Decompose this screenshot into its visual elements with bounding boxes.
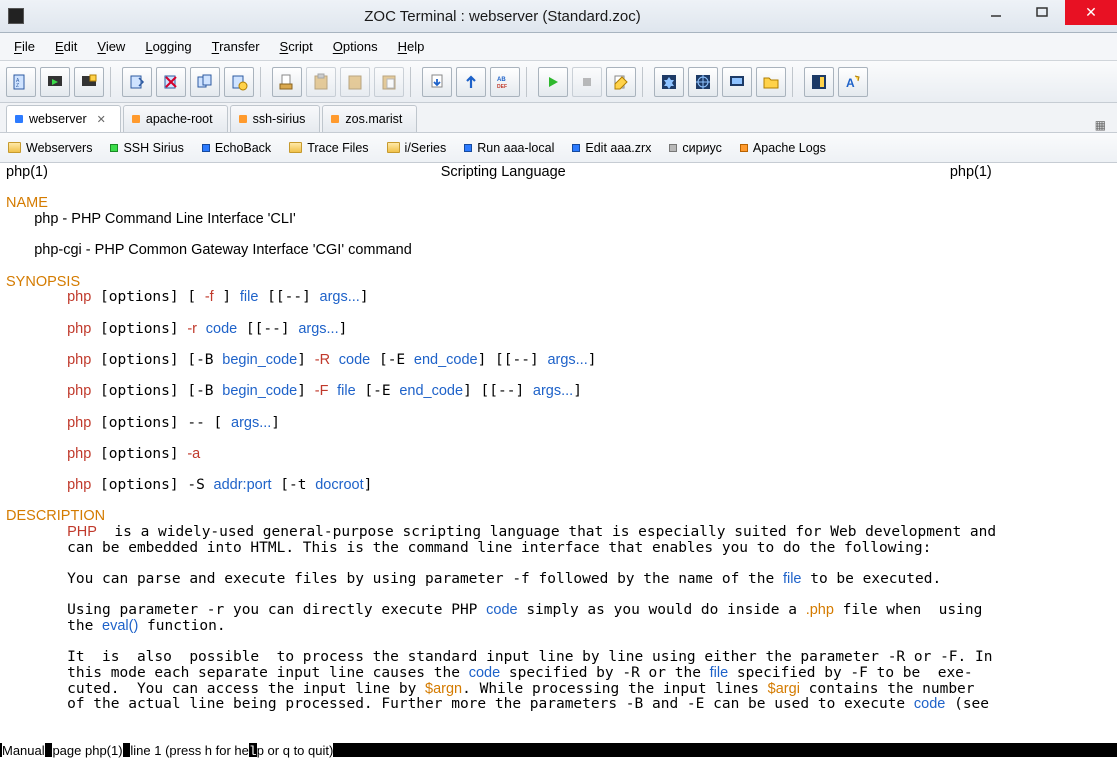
- toolbar: AZ ABDEF A: [0, 61, 1117, 103]
- tool1-button[interactable]: [654, 67, 684, 97]
- status-icon: [110, 144, 118, 152]
- menu-transfer[interactable]: Transfer: [204, 35, 268, 58]
- tab-label: webserver: [29, 112, 87, 126]
- folder-icon: [8, 142, 21, 153]
- tab-webserver[interactable]: webserver ✕: [6, 105, 121, 132]
- status-icon: [202, 144, 210, 152]
- svg-text:A: A: [846, 76, 855, 90]
- svg-text:DEF: DEF: [497, 84, 507, 90]
- status-icon: [572, 144, 580, 152]
- status-icon: [740, 144, 748, 152]
- cut-button[interactable]: [340, 67, 370, 97]
- bm-webservers[interactable]: Webservers: [8, 141, 92, 155]
- tool4-button[interactable]: [804, 67, 834, 97]
- connect-button[interactable]: [122, 67, 152, 97]
- menu-options[interactable]: Options: [325, 35, 386, 58]
- profile-button[interactable]: [224, 67, 254, 97]
- reconnect-button[interactable]: [190, 67, 220, 97]
- terminal-output[interactable]: php(1) Scripting Language php(1) NAME ph…: [0, 163, 1117, 743]
- bm-echoback[interactable]: EchoBack: [202, 141, 271, 155]
- tab-zos-marist[interactable]: zos.marist: [322, 105, 417, 132]
- tab-label: zos.marist: [345, 112, 402, 126]
- hostdir-button[interactable]: AZ: [6, 67, 36, 97]
- bm-trace-files[interactable]: Trace Files: [289, 141, 368, 155]
- text-send-button[interactable]: ABDEF: [490, 67, 520, 97]
- bm-apache-logs[interactable]: Apache Logs: [740, 141, 826, 155]
- session-tabs: webserver ✕ apache-root ssh-sirius zos.m…: [0, 103, 1117, 133]
- tab-status-icon: [331, 115, 339, 123]
- tab-status-icon: [15, 115, 23, 123]
- bm-run-aaa[interactable]: Run aaa-local: [464, 141, 554, 155]
- close-button[interactable]: ✕: [1065, 0, 1117, 25]
- folder-icon: [387, 142, 400, 153]
- new-session-button[interactable]: [74, 67, 104, 97]
- bookmark-bar: Webservers SSH Sirius EchoBack Trace Fil…: [0, 133, 1117, 163]
- tab-apache-root[interactable]: apache-root: [123, 105, 228, 132]
- tool3-button[interactable]: [722, 67, 752, 97]
- tab-status-icon: [239, 115, 247, 123]
- folder-icon: [289, 142, 302, 153]
- maximize-button[interactable]: [1019, 0, 1065, 25]
- app-icon: [8, 8, 24, 24]
- tab-close-icon[interactable]: ✕: [97, 113, 106, 126]
- stop-script-button[interactable]: [572, 67, 602, 97]
- menubar: File Edit View Logging Transfer Script O…: [0, 33, 1117, 61]
- status-icon: [464, 144, 472, 152]
- menu-file[interactable]: File: [6, 35, 43, 58]
- tab-ssh-sirius[interactable]: ssh-sirius: [230, 105, 321, 132]
- open-folder-button[interactable]: [756, 67, 786, 97]
- download-button[interactable]: [422, 67, 452, 97]
- svg-text:Z: Z: [16, 83, 19, 89]
- menu-help[interactable]: Help: [390, 35, 433, 58]
- copy-button[interactable]: [272, 67, 302, 97]
- status-icon: [669, 144, 677, 152]
- tab-grid-icon[interactable]: ▦: [1095, 118, 1107, 132]
- clipboard-button[interactable]: [374, 67, 404, 97]
- run-script-button[interactable]: [538, 67, 568, 97]
- quick-connect-button[interactable]: [40, 67, 70, 97]
- upload-button[interactable]: [456, 67, 486, 97]
- bm-edit-aaa[interactable]: Edit aaa.zrx: [572, 141, 651, 155]
- menu-logging[interactable]: Logging: [137, 35, 199, 58]
- menu-view[interactable]: View: [89, 35, 133, 58]
- disconnect-button[interactable]: [156, 67, 186, 97]
- menu-script[interactable]: Script: [272, 35, 321, 58]
- tool2-button[interactable]: [688, 67, 718, 97]
- menu-edit[interactable]: Edit: [47, 35, 85, 58]
- tab-status-icon: [132, 115, 140, 123]
- bm-ssh-sirius[interactable]: SSH Sirius: [110, 141, 183, 155]
- edit-script-button[interactable]: [606, 67, 636, 97]
- bm-iseries[interactable]: i/Series: [387, 141, 447, 155]
- window-title: ZOC Terminal : webserver (Standard.zoc): [32, 8, 973, 25]
- svg-text:AB: AB: [497, 77, 506, 83]
- tab-label: apache-root: [146, 112, 213, 126]
- tool5-button[interactable]: A: [838, 67, 868, 97]
- titlebar: ZOC Terminal : webserver (Standard.zoc) …: [0, 0, 1117, 33]
- status-bar: Manual page php(1) line 1 (press h for h…: [0, 743, 1117, 757]
- minimize-button[interactable]: [973, 0, 1019, 25]
- tab-label: ssh-sirius: [253, 112, 306, 126]
- bm-sirius-ru[interactable]: сириус: [669, 141, 722, 155]
- paste-button[interactable]: [306, 67, 336, 97]
